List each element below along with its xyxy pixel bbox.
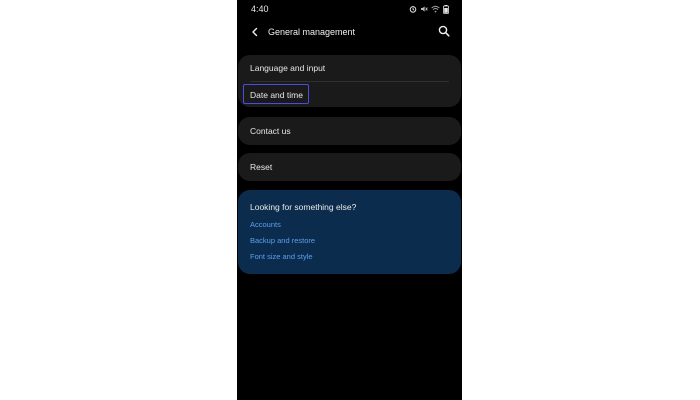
search-icon bbox=[438, 24, 450, 42]
menu-item-label: Contact us bbox=[250, 126, 291, 136]
alarm-icon bbox=[409, 5, 417, 13]
back-arrow-icon bbox=[250, 24, 260, 42]
wifi-icon bbox=[431, 5, 440, 13]
menu-item-label: Language and input bbox=[250, 63, 326, 73]
status-bar: 4:40 bbox=[237, 0, 462, 18]
suggestions-card: Looking for something else? Accounts Bac… bbox=[238, 190, 461, 274]
suggestion-link-backup-restore[interactable]: Backup and restore bbox=[250, 236, 315, 245]
settings-card-contact: Contact us bbox=[238, 117, 461, 145]
menu-item-language-input[interactable]: Language and input bbox=[238, 55, 461, 81]
battery-icon bbox=[443, 4, 449, 14]
menu-item-date-time[interactable]: Date and time bbox=[238, 82, 461, 107]
settings-card-reset: Reset bbox=[238, 153, 461, 181]
phone-screen: 4:40 General management Language and inp… bbox=[237, 0, 462, 400]
menu-item-label: Reset bbox=[250, 162, 273, 172]
menu-item-contact-us[interactable]: Contact us bbox=[238, 117, 461, 145]
app-header: General management bbox=[237, 20, 462, 46]
settings-group-card: Language and input Date and time bbox=[238, 55, 461, 107]
suggestion-link-font-size-style[interactable]: Font size and style bbox=[250, 252, 313, 261]
menu-item-reset[interactable]: Reset bbox=[238, 153, 461, 181]
mute-icon bbox=[420, 5, 428, 13]
back-button[interactable] bbox=[246, 24, 264, 42]
suggestion-link-accounts[interactable]: Accounts bbox=[250, 220, 281, 229]
status-icons bbox=[409, 4, 449, 14]
search-button[interactable] bbox=[435, 24, 453, 42]
status-time: 4:40 bbox=[251, 4, 269, 14]
menu-item-label: Date and time bbox=[250, 90, 303, 100]
suggestions-title: Looking for something else? bbox=[250, 202, 357, 212]
page-title: General management bbox=[268, 27, 356, 37]
